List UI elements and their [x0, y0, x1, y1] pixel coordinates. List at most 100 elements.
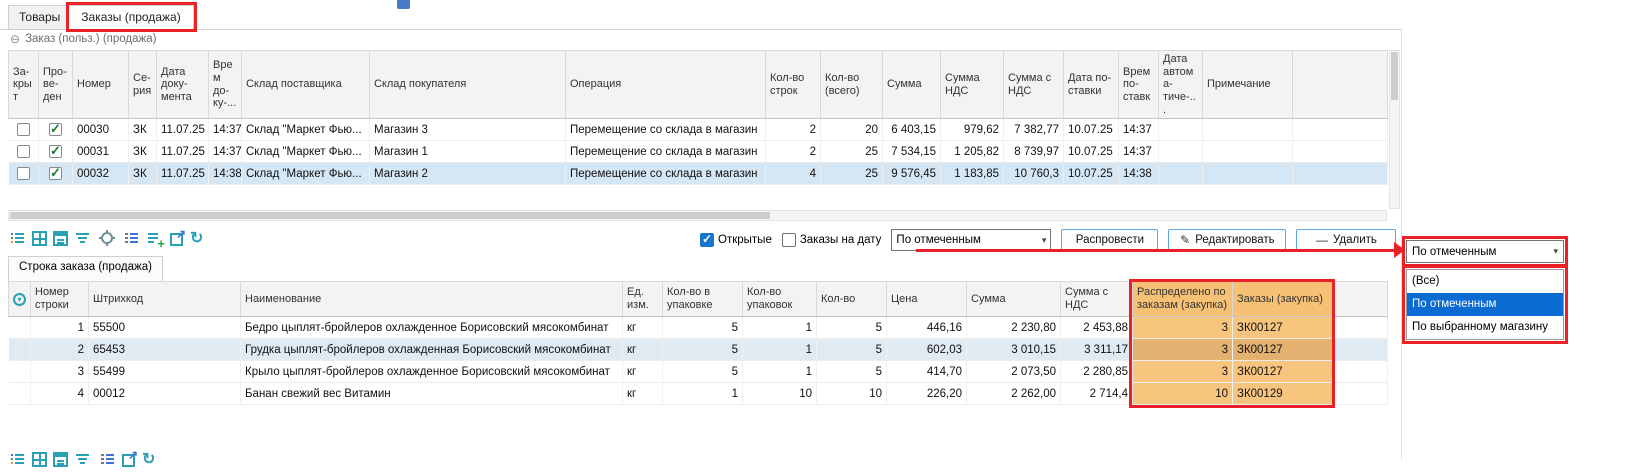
filter-icon[interactable] — [74, 450, 92, 468]
col-header-delivery-time[interactable]: Врем по-ставк — [1119, 51, 1159, 119]
collapse-icon[interactable]: ⊖ — [10, 33, 20, 45]
cell-delivery-date[interactable]: 10.07.25 — [1064, 119, 1119, 141]
cell-name[interactable]: Крыло цыплят-бройлеров охлажденное Борис… — [241, 361, 623, 383]
cell-purchase-orders[interactable]: ЗК00129 — [1233, 383, 1333, 405]
cell-note[interactable] — [1203, 141, 1293, 163]
cell-name[interactable]: Грудка цыплят-бройлеров охлажденная Бори… — [241, 339, 623, 361]
line-row[interactable]: 3 55499 Крыло цыплят-бройлеров охлажденн… — [9, 361, 1388, 383]
cell-vat[interactable]: 1 205,82 — [941, 141, 1004, 163]
cell-sum-vat[interactable]: 2 714,4 — [1061, 383, 1133, 405]
cell-doc-date[interactable]: 11.07.25 — [157, 163, 209, 185]
col-header-doc-time[interactable]: Врем до-ку-... — [209, 51, 242, 119]
cell-packs[interactable]: 1 — [743, 361, 817, 383]
col-header-lines-count[interactable]: Кол-во строк — [766, 51, 821, 119]
cell-per-pack[interactable]: 5 — [663, 361, 743, 383]
cell-price[interactable]: 446,16 — [887, 317, 967, 339]
cell-doc-time[interactable]: 14:37 — [209, 141, 242, 163]
line-row-current[interactable]: 2 65453 Грудка цыплят-бройлеров охлажден… — [9, 339, 1388, 361]
export-icon[interactable] — [122, 454, 135, 467]
cell-vat[interactable]: 979,62 — [941, 119, 1004, 141]
cell-delivery-time[interactable]: 14:37 — [1119, 119, 1159, 141]
cell-operation[interactable]: Перемещение со склада в магазин — [566, 141, 766, 163]
col-header-qty-total[interactable]: Кол-во (всего) — [821, 51, 883, 119]
col-header-sum-vat[interactable]: Сумма НДС — [941, 51, 1004, 119]
view-grid-icon[interactable] — [32, 231, 47, 246]
cell-qty[interactable]: 10 — [817, 383, 887, 405]
orders-on-date-checkbox[interactable] — [782, 233, 796, 247]
cell-allocated[interactable]: 3 — [1133, 361, 1233, 383]
unpost-button[interactable]: Распровести — [1061, 229, 1158, 251]
settings-gear-icon[interactable] — [101, 232, 113, 244]
cell-per-pack[interactable]: 5 — [663, 339, 743, 361]
col-header-operation[interactable]: Операция — [566, 51, 766, 119]
add-line-icon[interactable] — [146, 229, 164, 247]
cell-auto-date[interactable] — [1159, 119, 1203, 141]
group-header[interactable]: ⊖ Заказ (польз.) (продажа) — [10, 33, 156, 45]
cell-sum-vat[interactable]: 8 739,97 — [1004, 141, 1064, 163]
cell-sum[interactable]: 3 010,15 — [967, 339, 1061, 361]
cell-name[interactable]: Бедро цыплят-бройлеров охлажденное Борис… — [241, 317, 623, 339]
col-header-unit[interactable]: Ед. изм. — [623, 282, 663, 317]
cell-sum-vat[interactable]: 7 382,77 — [1004, 119, 1064, 141]
cell-number[interactable]: 00032 — [73, 163, 129, 185]
cell-doc-date[interactable]: 11.07.25 — [157, 141, 209, 163]
col-header-per-pack[interactable]: Кол-во в упаковке — [663, 282, 743, 317]
col-header-sum-with-vat[interactable]: Сумма с НДС — [1004, 51, 1064, 119]
col-header-price[interactable]: Цена — [887, 282, 967, 317]
filter-mode-select[interactable]: По отмеченным ▾ — [891, 229, 1051, 251]
cell-delivery-time[interactable]: 14:37 — [1119, 141, 1159, 163]
filter-icon[interactable] — [74, 229, 92, 247]
col-header-series[interactable]: Се-рия — [129, 51, 157, 119]
cell-unit[interactable]: кг — [623, 317, 663, 339]
cell-doc-time[interactable]: 14:38 — [209, 163, 242, 185]
orders-horizontal-scrollbar[interactable] — [8, 210, 1387, 221]
col-header-line-number[interactable]: Номер строки — [31, 282, 89, 317]
cell-delivery-date[interactable]: 10.07.25 — [1064, 163, 1119, 185]
cell-unit[interactable]: кг — [623, 361, 663, 383]
cell-barcode[interactable]: 65453 — [89, 339, 241, 361]
cell-note[interactable] — [1203, 119, 1293, 141]
line-row[interactable]: 4 00012 Банан свежий вес Витамин кг 1 10… — [9, 383, 1388, 405]
tab-products[interactable]: Товары — [8, 5, 68, 30]
cell-sum[interactable]: 2 073,50 — [967, 361, 1061, 383]
view-list-icon[interactable] — [8, 450, 26, 468]
closed-checkbox[interactable] — [17, 145, 30, 158]
cell-sum-vat[interactable]: 10 760,3 — [1004, 163, 1064, 185]
view-list-icon[interactable] — [8, 229, 26, 247]
col-header-warehouse-from[interactable]: Склад поставщика — [242, 51, 370, 119]
delete-button[interactable]: — Удалить — [1296, 229, 1396, 251]
cell-line-number[interactable]: 1 — [31, 317, 89, 339]
order-row[interactable]: 00030 ЗК 11.07.25 14:37 Склад "Маркет Фь… — [9, 119, 1388, 141]
numbered-list-icon[interactable] — [122, 229, 140, 247]
cell-qty[interactable]: 5 — [817, 339, 887, 361]
order-row-selected[interactable]: 00032 ЗК 11.07.25 14:38 Склад "Маркет Фь… — [9, 163, 1388, 185]
cell-purchase-orders[interactable]: ЗК00127 — [1233, 339, 1333, 361]
cell-warehouse-to[interactable]: Магазин 3 — [370, 119, 566, 141]
option-all[interactable]: (Все) — [1407, 270, 1563, 293]
cell-doc-time[interactable]: 14:37 — [209, 119, 242, 141]
tab-order-lines[interactable]: Строка заказа (продажа) — [8, 256, 163, 281]
cell-sum[interactable]: 6 403,15 — [883, 119, 941, 141]
orders-vertical-scrollbar[interactable] — [1389, 50, 1400, 209]
cell-warehouse-to[interactable]: Магазин 2 — [370, 163, 566, 185]
cell-selector[interactable] — [9, 317, 31, 339]
col-header-sum[interactable]: Сумма — [883, 51, 941, 119]
cell-series[interactable]: ЗК — [129, 119, 157, 141]
cell-selector[interactable] — [9, 339, 31, 361]
cell-warehouse-to[interactable]: Магазин 1 — [370, 141, 566, 163]
edit-button[interactable]: ✎ Редактировать — [1168, 229, 1286, 251]
cell-qty[interactable]: 20 — [821, 119, 883, 141]
cell-purchase-orders[interactable]: ЗК00127 — [1233, 317, 1333, 339]
refresh-icon[interactable] — [189, 229, 207, 247]
scrollbar-thumb[interactable] — [10, 212, 770, 219]
cell-unit[interactable]: кг — [623, 339, 663, 361]
cell-sum[interactable]: 7 534,15 — [883, 141, 941, 163]
cell-lines[interactable]: 4 — [766, 163, 821, 185]
export-icon[interactable] — [170, 233, 183, 246]
cell-warehouse-from[interactable]: Склад "Маркет Фью... — [242, 141, 370, 163]
col-header-name[interactable]: Наименование — [241, 282, 623, 317]
cell-price[interactable]: 226,20 — [887, 383, 967, 405]
col-header-purchase-orders[interactable]: Заказы (закупка) — [1233, 282, 1333, 317]
col-header-number[interactable]: Номер — [73, 51, 129, 119]
cell-price[interactable]: 602,03 — [887, 339, 967, 361]
